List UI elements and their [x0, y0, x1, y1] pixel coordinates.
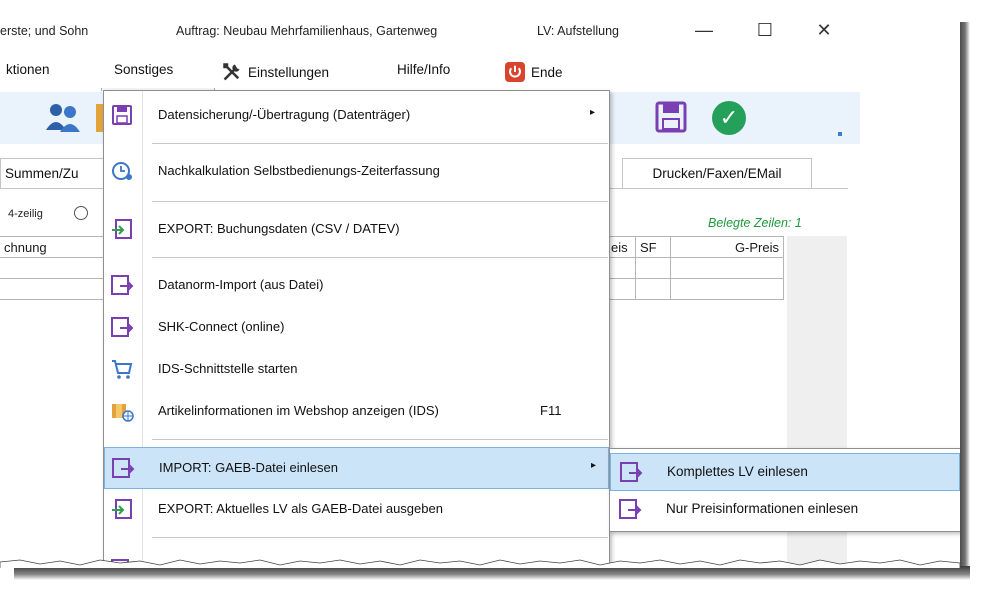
- menu-item-label: EXPORT: Aktuelles LV als GAEB-Datei ausg…: [158, 501, 443, 516]
- menu-item-export-buchungsdaten[interactable]: EXPORT: Buchungsdaten (CSV / DATEV): [104, 209, 609, 249]
- menu-item-ids-schnittstelle[interactable]: IDS-Schnittstelle starten: [104, 349, 609, 389]
- box-globe-icon: [112, 404, 134, 422]
- table-left: chnung: [0, 236, 105, 300]
- import-icon: [112, 458, 135, 478]
- menu-item-label: Datensicherung/-Übertragung (Datenträger…: [158, 107, 411, 122]
- cart-icon: [112, 360, 133, 379]
- power-icon: [505, 62, 525, 82]
- import-icon: [620, 462, 643, 482]
- export-icon: [112, 219, 132, 239]
- title-lv: LV: Aufstellung: [537, 24, 620, 38]
- toolbar-overflow-dot[interactable]: [838, 132, 842, 136]
- title-auftrag: Auftrag: Neubau Mehrfamilienhaus, Garten…: [176, 24, 438, 38]
- title-company: erste; und Sohn: [0, 24, 89, 38]
- submenu-item-label: Nur Preisinformationen einlesen: [666, 501, 859, 516]
- menu-item-label: SHK-Connect (online): [158, 319, 285, 334]
- menu-item-shk-connect[interactable]: SHK-Connect (online): [104, 307, 609, 347]
- menu-item-label: Datanorm-Import (aus Datei): [158, 277, 324, 292]
- menu-item-export-gaeb[interactable]: EXPORT: Aktuelles LV als GAEB-Datei ausg…: [104, 489, 609, 529]
- menu-einstellungen[interactable]: Einstellungen: [222, 62, 329, 82]
- menu-item-shortcut: F11: [540, 403, 562, 418]
- menu-item-label: IMPORT: GAEB-Datei einlesen: [159, 460, 338, 475]
- menu-separator: [152, 201, 608, 202]
- menu-item-label: Artikelinformationen im Webshop anzeigen…: [158, 403, 439, 418]
- submenu-arrow-icon: ▸: [590, 107, 596, 118]
- menu-ende-label: Ende: [531, 65, 563, 80]
- menu-item-label: EXPORT: Buchungsdaten (CSV / DATEV): [158, 221, 400, 236]
- menu-separator: [152, 439, 608, 440]
- torn-edge-decoration: [0, 559, 960, 568]
- import-icon: [619, 499, 642, 519]
- menu-aktionen[interactable]: ktionen: [6, 62, 50, 77]
- confirm-check-icon[interactable]: ✓: [712, 101, 746, 135]
- users-icon[interactable]: [44, 100, 82, 134]
- menu-sonstiges[interactable]: Sonstiges: [114, 62, 173, 77]
- radio-4zeilig-label: 4-zeilig: [8, 208, 43, 220]
- submenu-item-nur-preise[interactable]: Nur Preisinformationen einlesen: [610, 491, 960, 527]
- menu-item-label: IDS-Schnittstelle starten: [158, 361, 298, 376]
- col-gpreis-header[interactable]: G-Preis: [670, 236, 784, 258]
- col-sf-header[interactable]: SF: [635, 236, 671, 258]
- table-cell[interactable]: [0, 278, 105, 300]
- import-icon: [111, 317, 134, 337]
- menu-separator: [152, 537, 608, 538]
- sonstiges-dropdown-menu: Datensicherung/-Übertragung (Datenträger…: [103, 90, 610, 568]
- clock-user-icon: [112, 162, 132, 180]
- maximize-button[interactable]: ☐: [745, 18, 785, 42]
- col-preis-header[interactable]: eis: [606, 236, 636, 258]
- table-cell[interactable]: [0, 257, 105, 279]
- table-row[interactable]: [606, 257, 784, 279]
- app-window: erste; und Sohn Auftrag: Neubau Mehrfami…: [0, 0, 960, 568]
- submenu-item-komplettes-lv[interactable]: Komplettes LV einlesen: [610, 453, 960, 491]
- menu-item-label: Nachkalkulation Selbstbedienungs-Zeiterf…: [158, 163, 440, 178]
- window-shadow-bottom: [14, 566, 970, 580]
- menu-item-nachkalkulation[interactable]: Nachkalkulation Selbstbedienungs-Zeiterf…: [104, 151, 609, 191]
- tools-icon: [223, 63, 240, 81]
- menu-einstellungen-label: Einstellungen: [248, 65, 330, 80]
- menu-item-datensicherung[interactable]: Datensicherung/-Übertragung (Datenträger…: [104, 95, 609, 135]
- tab-summen[interactable]: Summen/Zu: [0, 158, 106, 189]
- title-bar: erste; und Sohn Auftrag: Neubau Mehrfami…: [0, 0, 960, 40]
- export-icon: [112, 499, 132, 519]
- menu-separator: [152, 257, 608, 258]
- menu-hilfe[interactable]: Hilfe/Info: [397, 62, 450, 77]
- col-rechnung-header[interactable]: chnung: [0, 236, 105, 258]
- belegte-zeilen-status: Belegte Zeilen: 1: [708, 216, 802, 230]
- menu-item-datanorm-import[interactable]: Datanorm-Import (aus Datei): [104, 265, 609, 305]
- minimize-button[interactable]: —: [684, 18, 724, 42]
- menu-ende[interactable]: Ende: [505, 62, 563, 82]
- floppy-icon: [112, 105, 132, 125]
- submenu-item-label: Komplettes LV einlesen: [667, 464, 808, 479]
- tab-drucken[interactable]: Drucken/Faxen/EMail: [622, 158, 812, 189]
- submenu-arrow-icon: ▸: [591, 460, 597, 471]
- save-icon[interactable]: [655, 101, 687, 133]
- menu-separator: [152, 143, 608, 144]
- table-right: eis SF G-Preis: [606, 236, 784, 300]
- menu-item-artikelinformationen[interactable]: Artikelinformationen im Webshop anzeigen…: [104, 391, 609, 431]
- import-icon: [111, 275, 134, 295]
- menu-item-import-gaeb[interactable]: IMPORT: GAEB-Datei einlesen ▸: [104, 447, 609, 489]
- close-button[interactable]: ✕: [804, 18, 844, 42]
- radio-option[interactable]: [74, 206, 88, 220]
- gaeb-import-submenu: Komplettes LV einlesen Nur Preisinformat…: [609, 448, 960, 532]
- menu-bar: ktionen Sonstiges Einstellungen Hilfe/In…: [0, 54, 960, 88]
- table-row[interactable]: [606, 278, 784, 300]
